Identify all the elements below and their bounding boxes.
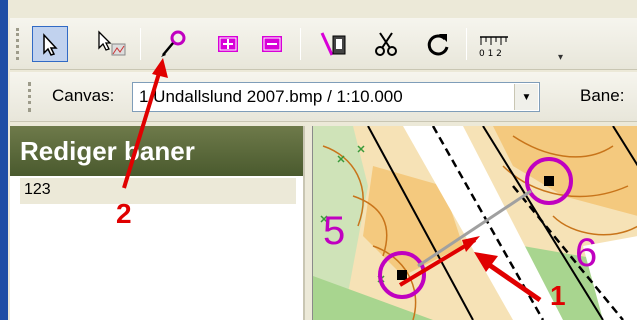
add-button[interactable] xyxy=(210,26,246,62)
toolbar-separator xyxy=(300,28,301,60)
canvas-dropdown[interactable]: 1 Undallslund 2007.bmp / 1:10.000 ▼ xyxy=(132,82,540,112)
course-list-item[interactable]: 123 xyxy=(20,178,296,204)
ruler-icon: 0 1 2 xyxy=(479,36,508,58)
canvas-dropdown-value: 1 Undallslund 2007.bmp / 1:10.000 xyxy=(139,87,403,106)
map-canvas[interactable]: 5 6 xyxy=(312,126,637,320)
cut-button[interactable] xyxy=(368,26,404,62)
toolbar-overflow-icon[interactable]: ▾ xyxy=(558,52,563,63)
annotation-label-1: 1 xyxy=(550,280,566,311)
canvas-label: Canvas: xyxy=(52,86,115,105)
draw-line-button[interactable] xyxy=(316,26,352,62)
remove-minus-icon xyxy=(262,36,282,52)
add-control-button[interactable] xyxy=(156,26,192,62)
main-toolbar: 0 1 2 ▾ xyxy=(10,18,637,70)
annotation-label-2: 2 xyxy=(116,198,132,229)
rotate-button[interactable] xyxy=(420,26,456,62)
bane-label: Bane: xyxy=(580,86,625,105)
select-picture-icon xyxy=(98,30,126,56)
select-picture-button[interactable] xyxy=(94,26,130,62)
select-arrow-icon xyxy=(43,33,58,56)
chevron-down-icon[interactable]: ▼ xyxy=(514,84,538,110)
map-control-number: 5 xyxy=(323,209,345,253)
add-plus-icon xyxy=(218,36,238,52)
toolbar-separator xyxy=(140,28,141,60)
draw-line-icon xyxy=(320,32,346,56)
panel-title: Rediger baner xyxy=(10,126,303,176)
measure-button[interactable]: 0 1 2 xyxy=(476,26,512,62)
rotate-icon xyxy=(427,34,449,56)
select-tool-button[interactable] xyxy=(32,26,68,62)
toolbar-separator xyxy=(466,28,467,60)
remove-button[interactable] xyxy=(254,26,290,62)
toolbar-grip[interactable] xyxy=(28,82,34,112)
course-panel: Rediger baner 123 xyxy=(10,126,305,320)
map-control-number: 6 xyxy=(575,231,597,275)
cut-scissors-icon xyxy=(375,32,397,56)
toolbar-grip[interactable] xyxy=(16,28,22,60)
orienteering-map: 5 6 xyxy=(313,126,637,320)
svg-text:0 1 2: 0 1 2 xyxy=(479,49,502,58)
window-border xyxy=(0,0,8,320)
application-window: 0 1 2 ▾ Canvas: 1 Undallslund 2007.bmp /… xyxy=(0,0,637,320)
add-control-pencil-icon xyxy=(161,30,186,57)
canvas-toolbar: Canvas: 1 Undallslund 2007.bmp / 1:10.00… xyxy=(10,72,637,122)
